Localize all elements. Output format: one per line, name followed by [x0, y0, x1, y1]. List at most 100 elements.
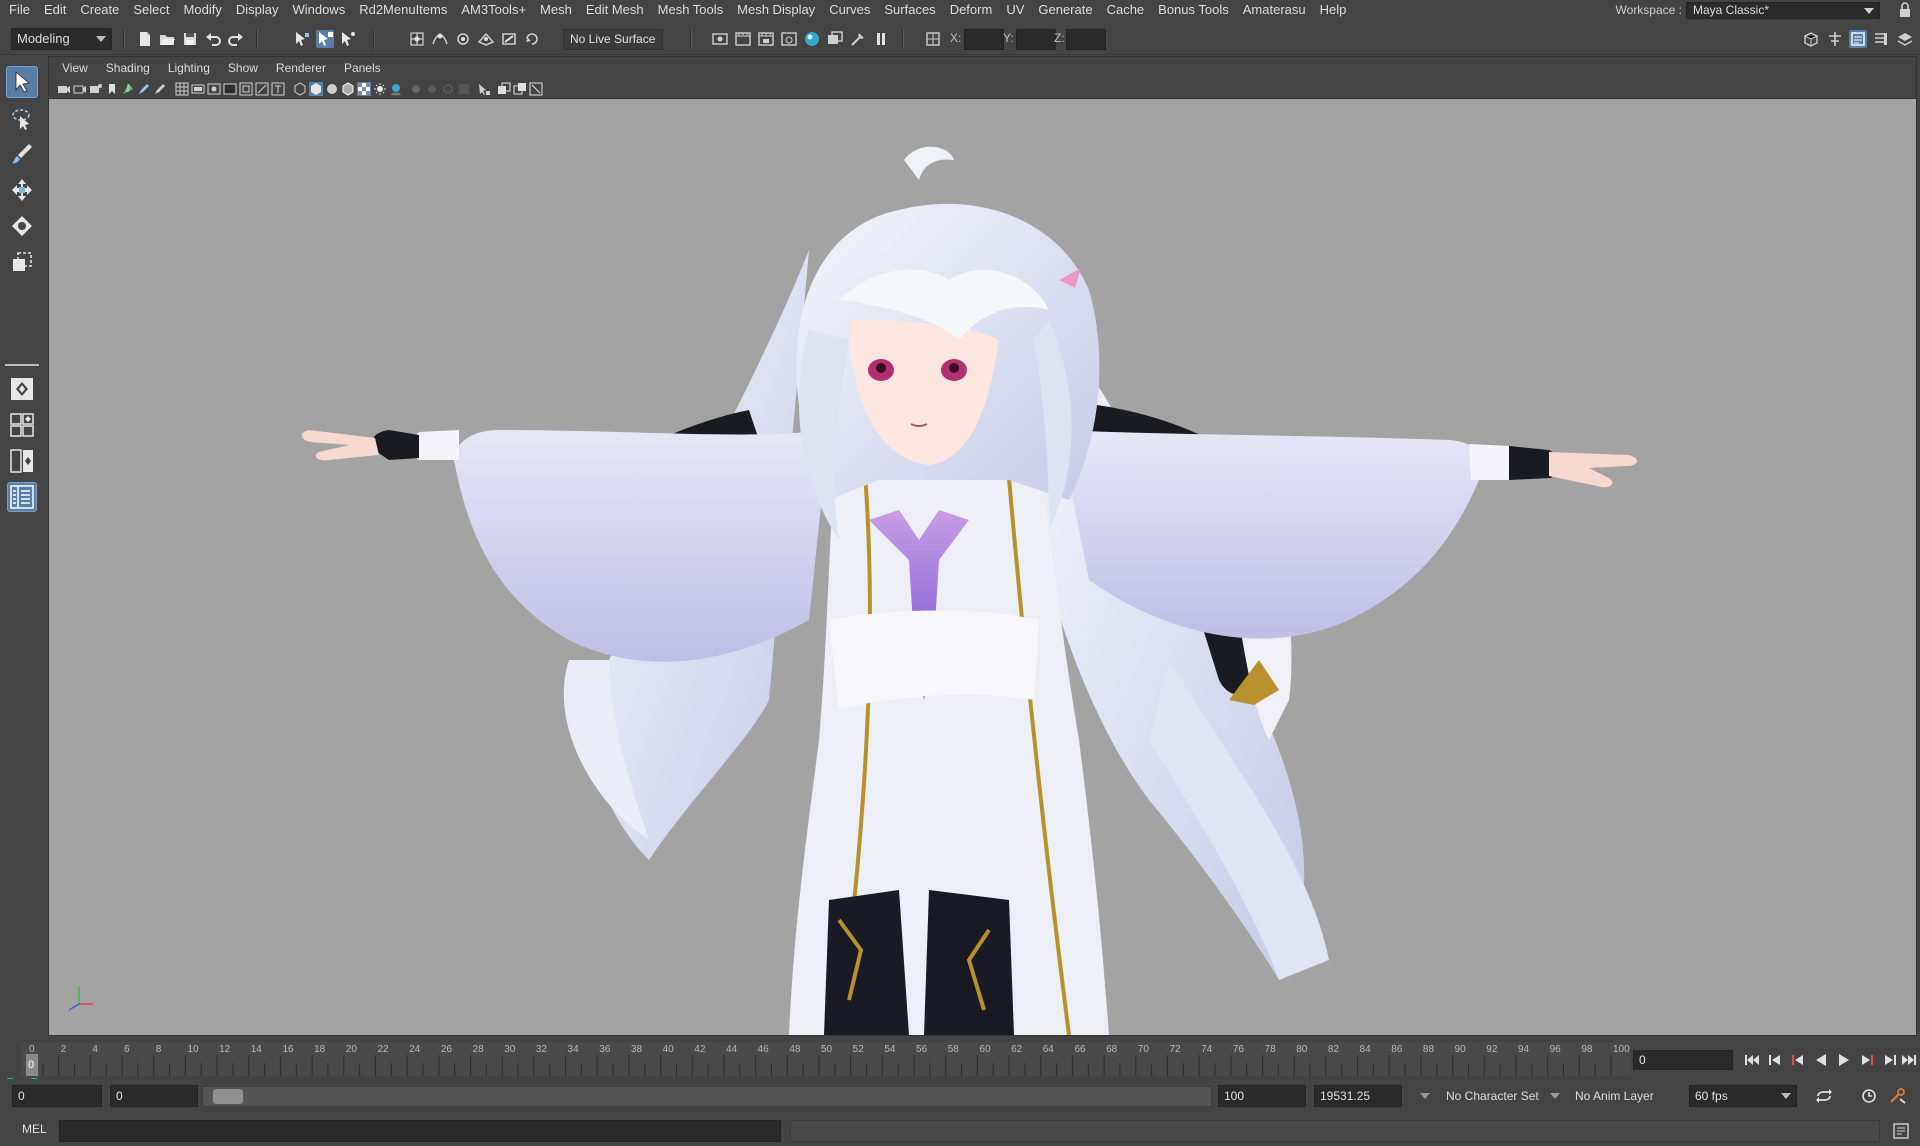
- step-back-key-icon[interactable]: [1789, 1052, 1807, 1068]
- motion-blur-icon[interactable]: [425, 82, 439, 96]
- single-perspective-layout-button[interactable]: [7, 374, 37, 404]
- pencil-draw-icon[interactable]: [153, 82, 167, 96]
- gate-mask-icon[interactable]: [223, 82, 237, 96]
- outliner-persp-layout-button[interactable]: [7, 482, 37, 512]
- panel-menu-lighting[interactable]: Lighting: [159, 61, 219, 75]
- grid-toggle-icon[interactable]: [175, 82, 189, 96]
- time-ruler[interactable]: 0 2 4 6 8 10 12 14 16 18 20 22 24 26 28 30 32 34 36 38 40 42 4…: [21, 1042, 1631, 1076]
- menu-am3tools[interactable]: AM3Tools+: [454, 0, 533, 20]
- snap-grid-icon[interactable]: [408, 30, 426, 48]
- menu-surfaces[interactable]: Surfaces: [877, 0, 942, 20]
- two-view-layout-button[interactable]: [7, 446, 37, 476]
- character-set-menu[interactable]: No Character Set: [1420, 1085, 1540, 1107]
- scale-tool-button[interactable]: [6, 246, 38, 278]
- move-tool-button[interactable]: [6, 174, 38, 206]
- xray-icon[interactable]: [497, 82, 511, 96]
- panel-menu-show[interactable]: Show: [219, 61, 267, 75]
- hypershade-icon[interactable]: [803, 30, 821, 48]
- undo-icon[interactable]: [204, 30, 222, 48]
- snap-point-icon[interactable]: [454, 30, 472, 48]
- smooth-shade-icon[interactable]: [309, 82, 323, 96]
- z-coordinate-field[interactable]: [1066, 29, 1106, 50]
- symmetry-icon[interactable]: [523, 30, 541, 48]
- render-history-icon[interactable]: [711, 30, 729, 48]
- 2d-pan-zoom-icon[interactable]: [121, 82, 135, 96]
- channel-box-icon[interactable]: [1872, 30, 1890, 48]
- wireframe-on-shaded-icon[interactable]: [341, 82, 355, 96]
- open-scene-icon[interactable]: [158, 30, 176, 48]
- new-scene-icon[interactable]: [136, 30, 154, 48]
- menu-file[interactable]: File: [0, 0, 37, 20]
- bookmark-icon[interactable]: [89, 82, 103, 96]
- menu-help[interactable]: Help: [1313, 0, 1354, 20]
- use-all-lights-icon[interactable]: [373, 82, 387, 96]
- image-plane-icon[interactable]: [105, 82, 119, 96]
- panel-menu-renderer[interactable]: Renderer: [267, 61, 335, 75]
- menu-edit[interactable]: Edit: [37, 0, 73, 20]
- step-forward-frame-icon[interactable]: [1881, 1052, 1899, 1068]
- snap-live-icon[interactable]: [500, 30, 518, 48]
- render-setup-icon[interactable]: [826, 30, 844, 48]
- resolution-gate-icon[interactable]: [207, 82, 221, 96]
- go-to-end-icon[interactable]: [1900, 1052, 1918, 1068]
- select-hierarchy-icon[interactable]: [293, 30, 311, 48]
- screen-space-ao-icon[interactable]: [409, 82, 423, 96]
- shadows-icon[interactable]: [389, 82, 403, 96]
- modeling-toolkit-icon[interactable]: [1802, 30, 1820, 48]
- attribute-editor-icon[interactable]: [1826, 30, 1844, 48]
- transform-constraint-icon[interactable]: [924, 30, 942, 48]
- menu-mesh-display[interactable]: Mesh Display: [730, 0, 822, 20]
- render-frame-icon[interactable]: [734, 30, 752, 48]
- xray-joints-icon[interactable]: [513, 82, 527, 96]
- rotate-tool-button[interactable]: [6, 210, 38, 242]
- animation-start-field[interactable]: 0: [12, 1085, 102, 1107]
- loop-icon[interactable]: [1814, 1087, 1834, 1105]
- grease-pencil-icon[interactable]: [137, 82, 151, 96]
- xray-components-icon[interactable]: [529, 82, 543, 96]
- mel-command-input[interactable]: [59, 1120, 781, 1142]
- auto-key-icon[interactable]: [1859, 1087, 1879, 1105]
- menu-set-dropdown[interactable]: Modeling: [11, 28, 112, 50]
- save-scene-icon[interactable]: [181, 30, 199, 48]
- default-material-icon[interactable]: [325, 82, 339, 96]
- range-slider-handle[interactable]: [213, 1089, 243, 1104]
- snap-curve-icon[interactable]: [431, 30, 449, 48]
- workspace-dropdown[interactable]: Maya Classic*: [1686, 1, 1880, 19]
- animation-end-field[interactable]: 19531.25: [1314, 1085, 1402, 1107]
- menu-windows[interactable]: Windows: [285, 0, 352, 20]
- layer-editor-icon[interactable]: [1896, 30, 1914, 48]
- four-view-layout-button[interactable]: [7, 410, 37, 440]
- step-forward-key-icon[interactable]: [1858, 1052, 1876, 1068]
- paint-select-tool-button[interactable]: [6, 138, 38, 170]
- menu-mesh[interactable]: Mesh: [533, 0, 579, 20]
- menu-edit-mesh[interactable]: Edit Mesh: [579, 0, 651, 20]
- textured-icon[interactable]: [357, 82, 371, 96]
- lasso-tool-button[interactable]: [6, 102, 38, 134]
- menu-modify[interactable]: Modify: [177, 0, 229, 20]
- y-coordinate-field[interactable]: [1016, 29, 1056, 50]
- playback-end-field[interactable]: 100: [1218, 1085, 1306, 1107]
- menu-create[interactable]: Create: [73, 0, 126, 20]
- film-gate-icon[interactable]: [191, 82, 205, 96]
- playback-range-track[interactable]: [202, 1086, 1212, 1107]
- pause-viewport-icon[interactable]: [872, 30, 890, 48]
- x-coordinate-field[interactable]: [964, 29, 1004, 50]
- playback-start-field[interactable]: 0: [110, 1085, 198, 1107]
- ipr-render-icon[interactable]: [757, 30, 775, 48]
- wireframe-icon[interactable]: [293, 82, 307, 96]
- render-settings-icon[interactable]: [780, 30, 798, 48]
- fps-dropdown[interactable]: 60 fps: [1689, 1085, 1797, 1107]
- menu-mesh-tools[interactable]: Mesh Tools: [651, 0, 731, 20]
- go-to-start-icon[interactable]: [1743, 1052, 1761, 1068]
- redo-icon[interactable]: [227, 30, 245, 48]
- script-editor-icon[interactable]: [1892, 1122, 1910, 1140]
- play-backwards-icon[interactable]: [1812, 1052, 1830, 1068]
- menu-deform[interactable]: Deform: [943, 0, 1000, 20]
- menu-amaterasu[interactable]: Amaterasu: [1236, 0, 1313, 20]
- animation-preferences-icon[interactable]: [1888, 1087, 1908, 1105]
- safe-title-icon[interactable]: [271, 82, 285, 96]
- select-tool-button[interactable]: [6, 66, 38, 98]
- current-frame-field[interactable]: 0: [1633, 1050, 1733, 1070]
- panel-menu-shading[interactable]: Shading: [97, 61, 159, 75]
- menu-curves[interactable]: Curves: [822, 0, 877, 20]
